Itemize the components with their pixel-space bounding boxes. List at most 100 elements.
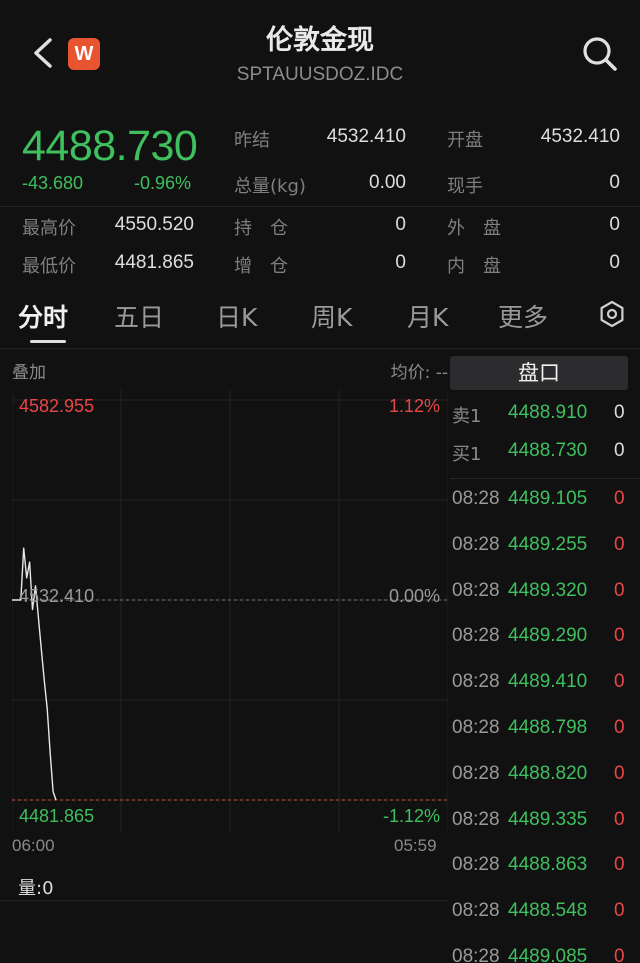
trade-row: 08:28 4489.320 0	[450, 580, 640, 610]
trade-qty: 0	[614, 579, 625, 601]
search-icon[interactable]	[580, 34, 620, 74]
prev-settle-value: 4532.410	[326, 126, 406, 147]
ask-qty: 0	[614, 402, 625, 423]
inner-value: 0	[609, 252, 620, 273]
book-divider	[450, 478, 640, 479]
bid-label: 买1	[452, 444, 482, 465]
tab-weekly-k[interactable]: 周K	[311, 298, 352, 334]
trade-row: 08:28 4489.410 0	[450, 671, 640, 701]
tab-five-day[interactable]: 五日	[114, 298, 164, 334]
trade-price: 4489.335	[508, 808, 588, 830]
y-mid-price: 4532.410	[19, 586, 95, 606]
trade-row: 08:28 4489.255 0	[450, 534, 640, 564]
prev-settle-label: 昨结	[234, 130, 270, 151]
trade-row: 08:28 4489.290 0	[450, 625, 640, 655]
y-bottom-pct: -1.12%	[382, 806, 440, 826]
x-end-time: 05:59	[394, 836, 437, 855]
y-mid-pct: 0.00%	[388, 586, 440, 606]
volume-label: 量:0	[18, 878, 54, 899]
total-volume-value: 0.00	[369, 172, 406, 193]
open-interest-value: 0	[395, 214, 406, 235]
trade-time: 08:28	[452, 808, 500, 830]
price-change: -43.680	[22, 173, 84, 193]
x-start-time: 06:00	[12, 836, 55, 855]
trade-qty: 0	[614, 625, 625, 647]
trade-time: 08:28	[452, 488, 500, 509]
bid-qty: 0	[614, 440, 625, 461]
ask-label: 卖1	[452, 406, 482, 427]
low-value: 4481.865	[114, 252, 194, 273]
outer-value: 0	[609, 214, 620, 235]
quote-panel: 4488.730 -43.680 -0.96% 昨结 4532.410 开盘 4…	[0, 118, 640, 288]
intraday-chart-svg	[11, 390, 449, 832]
trade-time: 08:28	[452, 625, 500, 647]
active-tab-indicator	[30, 340, 66, 343]
trade-qty: 0	[614, 762, 625, 784]
low-label: 最低价	[22, 256, 76, 277]
intraday-chart[interactable]: 4582.955 1.12% 4532.410 0.00% 4481.865 -…	[11, 390, 449, 832]
trade-price: 4488.820	[508, 762, 588, 784]
trade-time: 08:28	[452, 762, 500, 784]
trade-price: 4489.255	[508, 533, 588, 555]
trade-row: 08:28 4488.820 0	[450, 763, 640, 793]
trade-time: 08:28	[452, 671, 500, 693]
y-top-price: 4582.955	[19, 396, 95, 416]
tab-intraday[interactable]: 分时	[18, 298, 68, 334]
trade-time: 08:28	[452, 900, 500, 922]
last-price: 4488.730	[22, 122, 198, 170]
period-tabs: 分时 五日 日K 周K 月K 更多	[0, 288, 640, 344]
price-change-pct: -0.96%	[134, 173, 192, 193]
trade-row: 08:28 4488.548 0	[450, 900, 640, 930]
trade-row: 08:28 4489.085 0	[450, 946, 640, 963]
trade-time: 08:28	[452, 579, 500, 601]
current-hand-value: 0	[609, 172, 620, 193]
chart-volume-divider	[0, 900, 448, 901]
avg-price-label: 均价: --	[390, 363, 448, 383]
y-top-pct: 1.12%	[388, 396, 440, 416]
high-label: 最高价	[22, 218, 76, 239]
open-interest-label: 持 仓	[234, 218, 288, 239]
trade-row: 08:28 4488.798 0	[450, 717, 640, 747]
total-volume-label: 总量(kg)	[234, 176, 306, 197]
trade-time: 08:28	[452, 533, 500, 555]
trade-price: 4488.548	[508, 900, 588, 922]
symbol-code: SPTAUUSDOZ.IDC	[236, 64, 404, 85]
tab-monthly-k[interactable]: 月K	[407, 298, 448, 334]
header: W 伦敦金现 SPTAUUSDOZ.IDC	[0, 0, 640, 108]
trade-time: 08:28	[452, 946, 500, 963]
order-book-title[interactable]: 盘口	[450, 356, 628, 390]
trade-qty: 0	[614, 900, 625, 922]
trade-price: 4489.320	[508, 579, 588, 601]
trade-qty: 0	[614, 854, 625, 876]
tabs-divider	[0, 348, 640, 349]
page-title: 伦敦金现	[266, 25, 374, 56]
trade-qty: 0	[614, 533, 625, 555]
open-label: 开盘	[447, 130, 483, 151]
trade-qty: 0	[614, 488, 625, 509]
inner-label: 内 盘	[447, 256, 501, 277]
trade-price: 4489.105	[508, 488, 588, 509]
divider	[0, 206, 640, 207]
y-bottom-price: 4481.865	[19, 806, 95, 826]
bid-price: 4488.730	[508, 440, 588, 461]
trade-price: 4489.085	[508, 946, 588, 963]
overlay-button[interactable]: 叠加	[12, 358, 46, 383]
tab-daily-k[interactable]: 日K	[216, 298, 257, 334]
trade-price: 4489.410	[508, 671, 588, 693]
outer-label: 外 盘	[447, 218, 501, 239]
oi-change-label: 增 仓	[234, 256, 288, 277]
trade-row: 08:28 4488.863 0	[450, 854, 640, 884]
open-value: 4532.410	[540, 126, 620, 147]
settings-icon[interactable]	[598, 300, 626, 328]
trade-price: 4489.290	[508, 625, 588, 647]
trade-time: 08:28	[452, 854, 500, 876]
trade-row: 08:28 4489.335 0	[450, 809, 640, 839]
bid-row: 买1 4488.730 0	[450, 440, 640, 470]
trade-price: 4488.798	[508, 717, 588, 738]
ask-price: 4488.910	[508, 402, 588, 423]
current-hand-label: 现手	[447, 176, 483, 197]
tab-more[interactable]: 更多	[498, 298, 548, 334]
trade-qty: 0	[614, 717, 625, 738]
trade-qty: 0	[614, 946, 625, 963]
trade-qty: 0	[614, 808, 625, 830]
